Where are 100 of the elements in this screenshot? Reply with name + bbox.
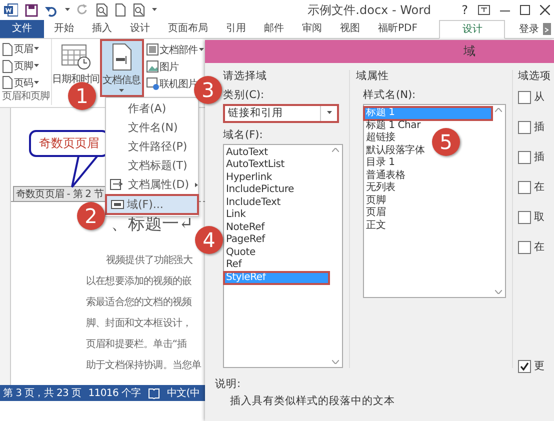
- ribbon-tab[interactable]: 引用: [218, 20, 254, 38]
- calendar-icon: [60, 42, 91, 70]
- option-checkbox[interactable]: 取: [518, 211, 554, 224]
- maximize-icon[interactable]: [520, 5, 530, 15]
- ribbon-button[interactable]: 文档部件: [146, 41, 204, 58]
- ribbon-tab[interactable]: 福昕PDF: [370, 20, 426, 38]
- menu-item[interactable]: 域(F)...: [105, 194, 199, 215]
- section-heading: 域属性: [356, 70, 389, 83]
- scroll-up-icon[interactable]: [332, 148, 339, 152]
- description-text: 插入具有类似样式的段落中的文本: [230, 395, 395, 408]
- menu-item[interactable]: 文档属性(D): [106, 175, 198, 194]
- customize-caret-icon: [152, 8, 157, 12]
- list-item[interactable]: 默认段落字体: [364, 144, 427, 157]
- section-heading: 请选择域: [223, 70, 267, 83]
- list-item[interactable]: PageRef: [224, 234, 267, 247]
- ribbon-button[interactable]: 页码: [2, 74, 39, 92]
- option-checkbox[interactable]: 插: [518, 151, 554, 164]
- properties-icon: [110, 179, 123, 190]
- field-label: 类别(C):: [223, 89, 264, 102]
- caret-icon: [65, 8, 70, 12]
- help-button[interactable]: ?: [462, 3, 468, 17]
- option-checkbox[interactable]: 在: [518, 181, 554, 194]
- online-picture-icon: [146, 77, 158, 90]
- ribbon-tab[interactable]: 设计: [122, 20, 158, 38]
- ribbon-tab[interactable]: 审阅: [294, 20, 330, 38]
- group-label: 页眉和页脚: [2, 91, 50, 104]
- list-item[interactable]: IncludePicture: [224, 184, 296, 197]
- ribbon-tab[interactable]: 邮件: [256, 20, 292, 38]
- paragraph-line: 以在想要添加的视频的嵌: [86, 274, 192, 289]
- ribbon-display-icon[interactable]: [478, 5, 490, 15]
- list-item[interactable]: 正文: [364, 220, 388, 232]
- ribbon-button[interactable]: 页脚: [2, 58, 39, 74]
- document-parts-icon: [146, 43, 158, 56]
- print-preview-icon[interactable]: [96, 3, 108, 17]
- word-count[interactable]: 11016 个字: [88, 386, 141, 400]
- paragraph-line: 视频提供了功能强大: [105, 254, 192, 268]
- picture-icon: [146, 60, 158, 73]
- paragraph-line: 索最适合您的文档的视频: [86, 296, 192, 310]
- menu-item[interactable]: 文档标题(T): [106, 156, 198, 175]
- scroll-up-icon[interactable]: [495, 108, 502, 112]
- description-label: 说明:: [215, 378, 241, 391]
- check-icon: [519, 361, 530, 372]
- ribbon-button[interactable]: 页眉: [2, 41, 39, 58]
- page-count[interactable]: 第 3 页，共 23 页: [3, 386, 82, 400]
- list-item[interactable]: Link: [224, 209, 248, 222]
- document-info-icon: [110, 43, 132, 71]
- window-title: 示例文件.docx - Word: [306, 2, 432, 18]
- ribbon-button[interactable]: 图片: [146, 58, 178, 75]
- ribbon-tab[interactable]: 设计: [439, 20, 506, 39]
- caret-icon: [119, 89, 124, 93]
- close-icon[interactable]: [540, 5, 550, 15]
- caret-icon: [198, 48, 204, 52]
- list-item[interactable]: 页脚: [364, 194, 388, 207]
- list-item[interactable]: 超链接: [364, 132, 398, 144]
- caret-icon: [34, 64, 39, 68]
- save-icon[interactable]: [25, 4, 38, 16]
- list-item[interactable]: Ref: [224, 259, 244, 272]
- list-item[interactable]: 页眉: [364, 207, 388, 220]
- find-icon[interactable]: [133, 3, 145, 17]
- list-item[interactable]: Quote: [224, 246, 258, 260]
- dropdown-caret-icon: [326, 111, 332, 116]
- list-item[interactable]: Hyperlink: [224, 172, 274, 184]
- sign-in-link[interactable]: 登录: [519, 22, 539, 36]
- list-item[interactable]: NoteRef: [224, 222, 266, 234]
- option-checkbox[interactable]: 在: [518, 241, 554, 254]
- field-label: 样式名(N):: [363, 89, 416, 102]
- submenu-arrow-icon: [195, 182, 198, 188]
- list-item[interactable]: 目录 1: [364, 157, 397, 170]
- ribbon-tab[interactable]: 视图: [332, 20, 368, 38]
- list-item[interactable]: AutoTextList: [224, 159, 287, 172]
- header-section-tag: 奇数页页眉 - 第 2 节: [13, 186, 106, 202]
- section-heading: 域选项: [518, 70, 551, 83]
- ribbon-tab[interactable]: 插入: [84, 20, 120, 38]
- proofing-book-icon[interactable]: [148, 388, 160, 398]
- ribbon-tab[interactable]: 页面布局: [160, 20, 216, 38]
- ribbon-tab[interactable]: 开始: [46, 20, 82, 38]
- caret-icon: [34, 80, 39, 85]
- menu-item[interactable]: 文件名(N): [106, 118, 198, 137]
- list-item[interactable]: 标题 1 Char: [364, 120, 422, 132]
- file-tab[interactable]: 文件: [0, 20, 44, 38]
- list-item[interactable]: IncludeText: [224, 196, 282, 210]
- word-logo-icon[interactable]: [4, 3, 18, 17]
- category-dropdown[interactable]: 链接和引用: [223, 104, 339, 123]
- new-document-icon[interactable]: [115, 3, 126, 17]
- option-checkbox[interactable]: 从: [518, 91, 554, 104]
- document-info-button[interactable]: 文档信息: [100, 39, 144, 97]
- field-label: 域名(F):: [223, 128, 263, 142]
- list-item[interactable]: 普通表格: [364, 170, 408, 182]
- caret-icon: [34, 47, 39, 52]
- language-indicator[interactable]: 中文(中: [166, 386, 200, 400]
- list-item[interactable]: AutoText: [224, 146, 270, 160]
- dialog-title: 域: [464, 43, 476, 60]
- paragraph-line: 脚、封面和文本框设计，: [86, 316, 192, 331]
- menu-item[interactable]: 文件路径(P): [106, 137, 198, 156]
- option-checkbox[interactable]: 更: [518, 360, 554, 373]
- option-checkbox[interactable]: 插: [518, 121, 554, 134]
- field-names-list[interactable]: AutoText AutoTextList Hyperlink IncludePicture IncludeText Link NoteRef PageRef Quote Ref StyleRef: [223, 144, 343, 368]
- list-item[interactable]: 无列表: [364, 182, 398, 194]
- scroll-down-icon[interactable]: [332, 360, 339, 364]
- scroll-down-icon[interactable]: [495, 290, 502, 294]
